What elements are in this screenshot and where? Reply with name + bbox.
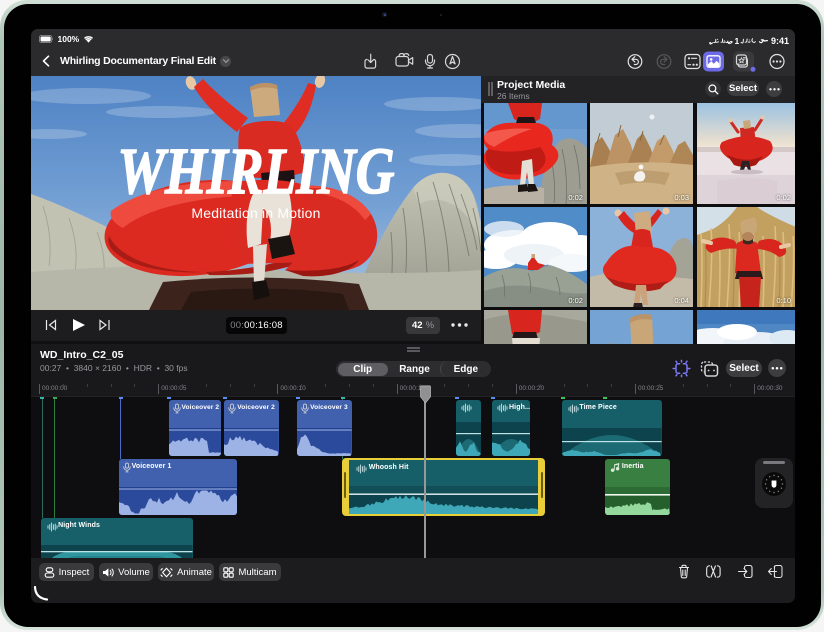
svg-text:1: 1: [735, 36, 740, 46]
svg-text:9:41: 9:41: [771, 36, 789, 46]
